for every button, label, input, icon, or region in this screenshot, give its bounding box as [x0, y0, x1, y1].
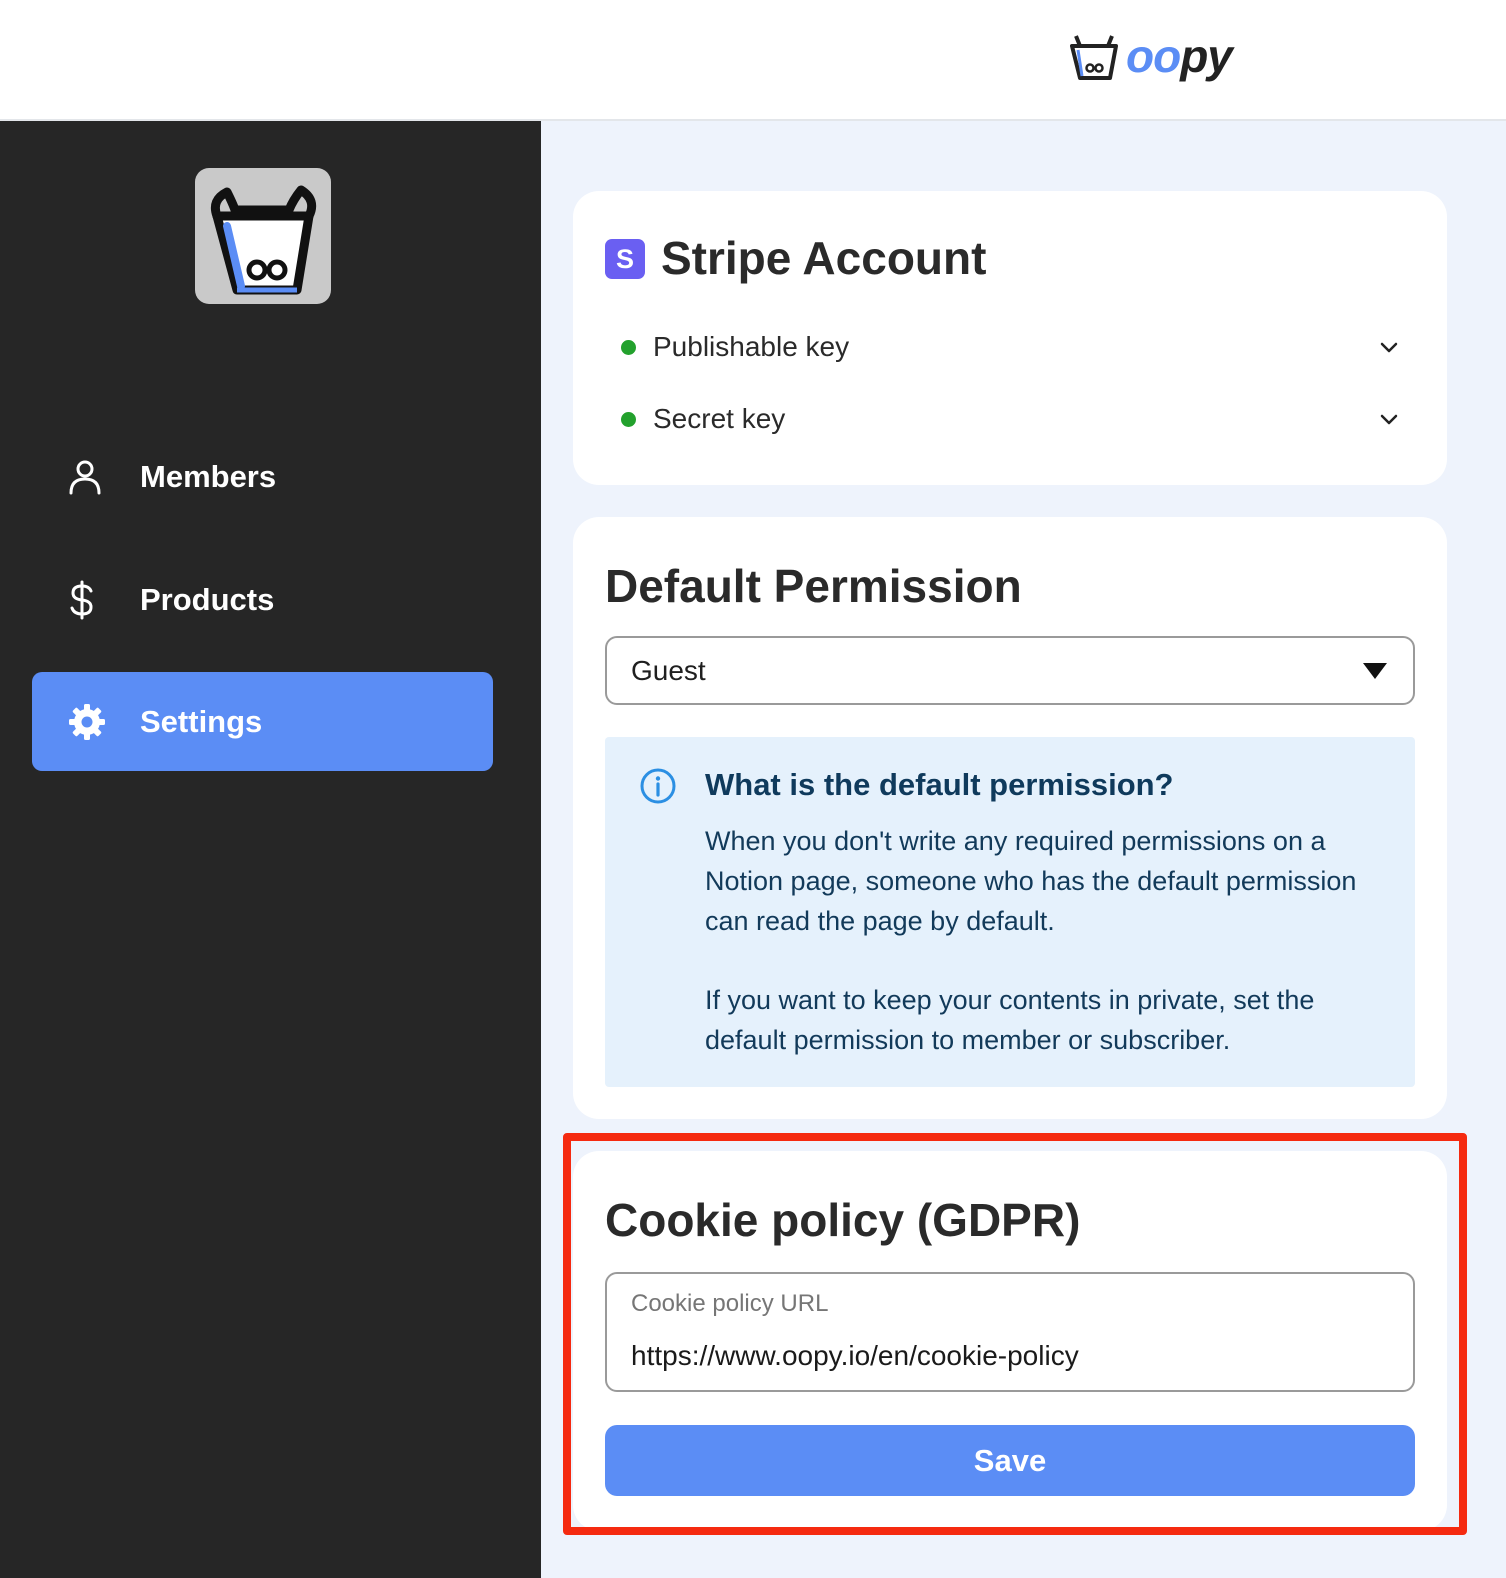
top-bar: oopy	[0, 0, 1506, 121]
sidebar-item-label: Products	[140, 581, 275, 617]
info-paragraph: If you want to keep your contents in pri…	[705, 985, 1315, 1055]
default-permission-card: Default Permission Guest What is the def…	[573, 517, 1447, 1119]
info-title: What is the default permission?	[705, 767, 1174, 802]
key-label: Publishable key	[653, 331, 850, 362]
brand-logo[interactable]: oopy	[1066, 26, 1233, 86]
save-button[interactable]: Save	[605, 1425, 1415, 1496]
field-label: Cookie policy URL	[631, 1290, 829, 1317]
sidebar-item-label: Members	[140, 458, 277, 494]
info-paragraph: When you don't write any required permis…	[705, 826, 1357, 936]
status-dot-icon	[621, 339, 636, 355]
sidebar: Members Products Settings	[0, 121, 541, 1578]
main-content: S Stripe Account Publishable key Secret …	[541, 121, 1506, 1578]
cookie-card-title: Cookie policy (GDPR)	[605, 1194, 1081, 1246]
cookie-policy-card: Cookie policy (GDPR) Cookie policy URL S…	[573, 1151, 1447, 1531]
info-callout: What is the default permission? When you…	[605, 737, 1415, 1087]
brand-wordmark: oopy	[1126, 30, 1233, 82]
dollar-icon	[68, 580, 128, 620]
app-logo	[195, 168, 331, 304]
permission-card-title: Default Permission	[605, 560, 1022, 612]
stripe-account-card: S Stripe Account Publishable key Secret …	[573, 191, 1447, 485]
cow-app-icon	[210, 185, 317, 295]
cookie-policy-url-input[interactable]	[631, 1340, 1391, 1372]
gear-icon	[68, 703, 128, 741]
chevron-down-icon	[1380, 414, 1398, 425]
sidebar-item-members[interactable]: Members	[32, 427, 493, 526]
publishable-key-row[interactable]: Publishable key	[621, 327, 1401, 367]
default-permission-select[interactable]: Guest	[605, 636, 1415, 705]
sidebar-item-settings[interactable]: Settings	[32, 672, 493, 771]
cow-logo-icon	[1070, 35, 1118, 80]
cookie-policy-url-field[interactable]: Cookie policy URL	[605, 1272, 1415, 1392]
status-dot-icon	[621, 411, 636, 427]
sidebar-item-products[interactable]: Products	[32, 550, 493, 649]
sidebar-item-label: Settings	[140, 703, 263, 739]
chevron-down-icon	[1380, 342, 1398, 353]
person-icon	[68, 459, 128, 495]
secret-key-row[interactable]: Secret key	[621, 399, 1401, 439]
caret-down-icon	[1363, 662, 1387, 679]
info-icon	[640, 768, 676, 804]
stripe-card-title: Stripe Account	[661, 232, 987, 284]
key-label: Secret key	[653, 403, 786, 434]
select-value: Guest	[631, 654, 706, 686]
stripe-logo-icon: S	[605, 239, 645, 279]
